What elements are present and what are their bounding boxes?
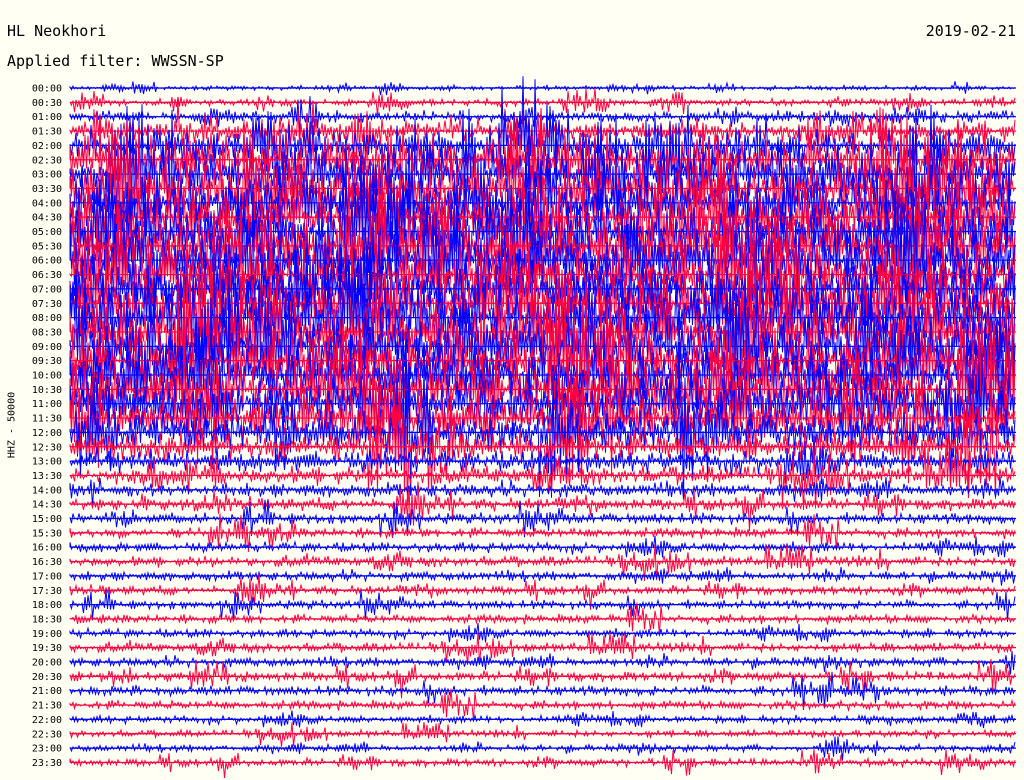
time-tick-label: 09:30 — [32, 356, 62, 367]
time-tick-label: 06:30 — [32, 270, 62, 281]
time-tick-label: 10:00 — [32, 371, 62, 382]
time-tick-label: 13:30 — [32, 471, 62, 482]
time-tick-label: 16:30 — [32, 557, 62, 568]
seismic-trace — [69, 650, 1016, 675]
time-tick-label: 12:30 — [32, 442, 62, 453]
time-tick-label: 06:00 — [32, 256, 62, 267]
time-tick-label: 23:00 — [32, 744, 62, 755]
time-tick-label: 13:00 — [32, 457, 62, 468]
time-tick-label: 05:30 — [32, 241, 62, 252]
seismogram-page: 00:00 00:30 01:00 01:30 02:00 02:30 03:00 03:30… — [0, 0, 1024, 780]
time-tick-label: 03:00 — [32, 170, 62, 181]
time-tick-label: 02:30 — [32, 155, 62, 166]
seismic-trace — [69, 688, 1016, 720]
time-tick-label: 21:00 — [32, 686, 62, 697]
time-tick-label: 21:30 — [32, 701, 62, 712]
time-tick-label: 04:30 — [32, 213, 62, 224]
time-tick-label: 03:30 — [32, 184, 62, 195]
time-tick-group: 00:00 00:30 01:00 01:30 02:00 02:30 03:00 03:30… — [32, 84, 62, 769]
time-tick-label: 01:30 — [32, 127, 62, 138]
time-tick-label: 02:00 — [32, 141, 62, 152]
seismic-trace — [69, 589, 1016, 622]
time-tick-label: 04:00 — [32, 198, 62, 209]
time-tick-label: 00:00 — [32, 84, 62, 95]
time-tick-label: 14:30 — [32, 500, 62, 511]
seismic-trace — [69, 748, 1016, 779]
time-tick-label: 15:00 — [32, 514, 62, 525]
time-tick-label: 23:30 — [32, 758, 62, 769]
time-tick-label: 08:30 — [32, 327, 62, 338]
time-tick-label: 17:00 — [32, 571, 62, 582]
time-tick-label: 20:00 — [32, 658, 62, 669]
time-tick-label: 19:30 — [32, 643, 62, 654]
time-tick-label: 16:00 — [32, 543, 62, 554]
time-tick-label: 22:00 — [32, 715, 62, 726]
time-tick-label: 11:00 — [32, 399, 62, 410]
time-tick-label: 12:00 — [32, 428, 62, 439]
applied-filter: Applied filter: WWSSN-SP — [7, 52, 224, 70]
time-tick-label: 05:00 — [32, 227, 62, 238]
time-tick-label: 20:30 — [32, 672, 62, 683]
record-date: 2019-02-21 — [925, 22, 1016, 40]
time-tick-label: 14:00 — [32, 485, 62, 496]
time-tick-label: 18:00 — [32, 600, 62, 611]
time-tick-label: 15:30 — [32, 528, 62, 539]
seismic-trace — [69, 722, 1016, 747]
time-tick-label: 08:00 — [32, 313, 62, 324]
time-tick-label: 18:30 — [32, 614, 62, 625]
time-tick-label: 11:30 — [32, 414, 62, 425]
time-tick-label: 07:00 — [32, 284, 62, 295]
time-tick-label: 22:30 — [32, 729, 62, 740]
time-tick-label: 10:30 — [32, 385, 62, 396]
helicorder-plot: 00:00 00:30 01:00 01:30 02:00 02:30 03:00 03:30… — [32, 76, 1016, 779]
y-axis-label: HHZ - 50000 — [6, 391, 18, 459]
time-tick-label: 17:30 — [32, 586, 62, 597]
time-tick-label: 01:00 — [32, 112, 62, 123]
station-name: HL Neokhori — [7, 22, 107, 40]
time-tick-label: 19:00 — [32, 629, 62, 640]
time-tick-label: 07:30 — [32, 299, 62, 310]
trace-group — [69, 76, 1016, 779]
time-tick-label: 00:30 — [32, 98, 62, 109]
time-tick-label: 09:00 — [32, 342, 62, 353]
